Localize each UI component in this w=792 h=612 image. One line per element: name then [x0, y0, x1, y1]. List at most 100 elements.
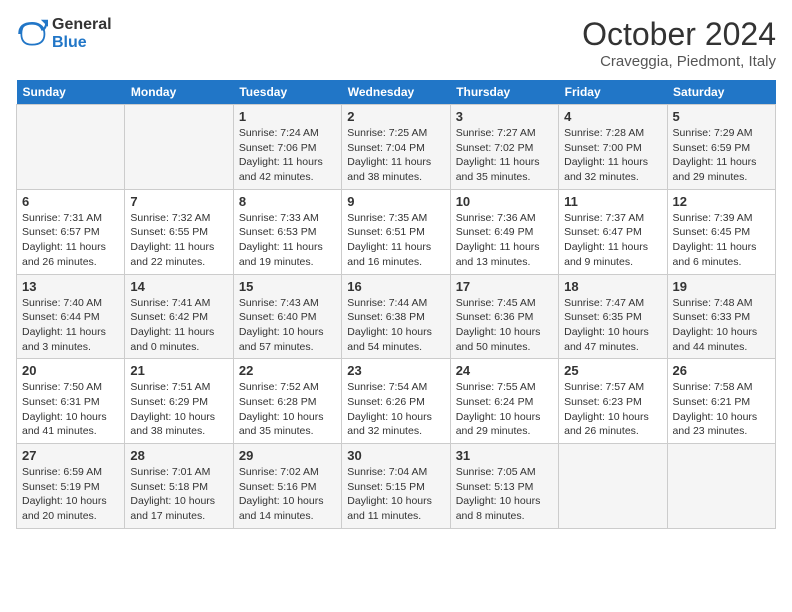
day-info: Sunrise: 7:29 AM Sunset: 6:59 PM Dayligh…	[673, 126, 770, 185]
day-number: 7	[130, 194, 227, 209]
day-info: Sunrise: 7:05 AM Sunset: 5:13 PM Dayligh…	[456, 465, 553, 524]
day-number: 25	[564, 363, 661, 378]
calendar-cell: 24Sunrise: 7:55 AM Sunset: 6:24 PM Dayli…	[450, 359, 558, 444]
day-number: 16	[347, 279, 444, 294]
calendar-cell: 7 Sunrise: 7:32 AM Sunset: 6:55 PM Daylig…	[125, 189, 233, 274]
calendar-cell: 4 Sunrise: 7:28 AM Sunset: 7:00 PM Daylig…	[559, 105, 667, 190]
day-info: Sunrise: 7:52 AM Sunset: 6:28 PM Dayligh…	[239, 380, 336, 439]
day-info: Sunrise: 7:39 AM Sunset: 6:45 PM Dayligh…	[673, 211, 770, 270]
logo: General Blue	[16, 16, 112, 53]
calendar-cell: 8 Sunrise: 7:33 AM Sunset: 6:53 PM Daylig…	[233, 189, 341, 274]
calendar-cell: 13 Sunrise: 7:40 AM Sunset: 6:44 PM Dayli…	[17, 274, 125, 359]
calendar-cell: 26Sunrise: 7:58 AM Sunset: 6:21 PM Dayli…	[667, 359, 775, 444]
page-header: General Blue October 2024 Craveggia, Pie…	[16, 16, 776, 70]
day-number: 31	[456, 448, 553, 463]
logo-blue: Blue	[52, 34, 87, 51]
day-number: 1	[239, 109, 336, 124]
calendar-table: SundayMondayTuesdayWednesdayThursdayFrid…	[16, 80, 776, 529]
calendar-cell: 31 Sunrise: 7:05 AM Sunset: 5:13 PM Dayli…	[450, 444, 558, 529]
day-number: 13	[22, 279, 119, 294]
calendar-cell: 27Sunrise: 6:59 AM Sunset: 5:19 PM Dayli…	[17, 444, 125, 529]
day-info: Sunrise: 7:04 AM Sunset: 5:15 PM Dayligh…	[347, 465, 444, 524]
day-info: Sunrise: 7:24 AM Sunset: 7:06 PM Dayligh…	[239, 126, 336, 185]
day-number: 21	[130, 363, 227, 378]
title-block: October 2024 Craveggia, Piedmont, Italy	[582, 16, 776, 70]
day-info: Sunrise: 7:28 AM Sunset: 7:00 PM Dayligh…	[564, 126, 661, 185]
calendar-cell: 10 Sunrise: 7:36 AM Sunset: 6:49 PM Dayli…	[450, 189, 558, 274]
day-number: 2	[347, 109, 444, 124]
day-number: 19	[673, 279, 770, 294]
calendar-cell: 25 Sunrise: 7:57 AM Sunset: 6:23 PM Dayli…	[559, 359, 667, 444]
day-number: 10	[456, 194, 553, 209]
calendar-cell: 22 Sunrise: 7:52 AM Sunset: 6:28 PM Dayli…	[233, 359, 341, 444]
header-sunday: Sunday	[17, 80, 125, 105]
day-info: Sunrise: 7:35 AM Sunset: 6:51 PM Dayligh…	[347, 211, 444, 270]
day-number: 28	[130, 448, 227, 463]
day-number: 5	[673, 109, 770, 124]
calendar-cell: 19 Sunrise: 7:48 AM Sunset: 6:33 PM Dayli…	[667, 274, 775, 359]
calendar-cell: 29 Sunrise: 7:02 AM Sunset: 5:16 PM Dayli…	[233, 444, 341, 529]
day-info: Sunrise: 7:25 AM Sunset: 7:04 PM Dayligh…	[347, 126, 444, 185]
calendar-cell: 5 Sunrise: 7:29 AM Sunset: 6:59 PM Daylig…	[667, 105, 775, 190]
calendar-cell: 16 Sunrise: 7:44 AM Sunset: 6:38 PM Dayli…	[342, 274, 450, 359]
day-info: Sunrise: 7:01 AM Sunset: 5:18 PM Dayligh…	[130, 465, 227, 524]
calendar-cell: 18Sunrise: 7:47 AM Sunset: 6:35 PM Dayli…	[559, 274, 667, 359]
calendar-cell: 3Sunrise: 7:27 AM Sunset: 7:02 PM Daylig…	[450, 105, 558, 190]
calendar-cell: 6 Sunrise: 7:31 AM Sunset: 6:57 PM Daylig…	[17, 189, 125, 274]
day-info: Sunrise: 7:55 AM Sunset: 6:24 PM Dayligh…	[456, 380, 553, 439]
day-info: Sunrise: 7:54 AM Sunset: 6:26 PM Dayligh…	[347, 380, 444, 439]
month-title: October 2024	[582, 16, 776, 53]
day-number: 6	[22, 194, 119, 209]
calendar-cell: 12 Sunrise: 7:39 AM Sunset: 6:45 PM Dayli…	[667, 189, 775, 274]
day-info: Sunrise: 7:48 AM Sunset: 6:33 PM Dayligh…	[673, 296, 770, 355]
day-info: Sunrise: 7:36 AM Sunset: 6:49 PM Dayligh…	[456, 211, 553, 270]
day-number: 4	[564, 109, 661, 124]
day-info: Sunrise: 7:43 AM Sunset: 6:40 PM Dayligh…	[239, 296, 336, 355]
calendar-cell	[667, 444, 775, 529]
calendar-cell: 20Sunrise: 7:50 AM Sunset: 6:31 PM Dayli…	[17, 359, 125, 444]
day-number: 29	[239, 448, 336, 463]
day-info: Sunrise: 7:32 AM Sunset: 6:55 PM Dayligh…	[130, 211, 227, 270]
day-info: Sunrise: 7:51 AM Sunset: 6:29 PM Dayligh…	[130, 380, 227, 439]
day-info: Sunrise: 7:27 AM Sunset: 7:02 PM Dayligh…	[456, 126, 553, 185]
calendar-body: 1 Sunrise: 7:24 AM Sunset: 7:06 PM Daylig…	[17, 105, 776, 529]
day-info: Sunrise: 6:59 AM Sunset: 5:19 PM Dayligh…	[22, 465, 119, 524]
calendar-cell: 21 Sunrise: 7:51 AM Sunset: 6:29 PM Dayli…	[125, 359, 233, 444]
header-saturday: Saturday	[667, 80, 775, 105]
calendar-cell	[559, 444, 667, 529]
day-info: Sunrise: 7:45 AM Sunset: 6:36 PM Dayligh…	[456, 296, 553, 355]
day-info: Sunrise: 7:50 AM Sunset: 6:31 PM Dayligh…	[22, 380, 119, 439]
location-title: Craveggia, Piedmont, Italy	[582, 53, 776, 70]
calendar-cell: 23 Sunrise: 7:54 AM Sunset: 6:26 PM Dayli…	[342, 359, 450, 444]
calendar-cell: 1 Sunrise: 7:24 AM Sunset: 7:06 PM Daylig…	[233, 105, 341, 190]
day-number: 9	[347, 194, 444, 209]
day-info: Sunrise: 7:02 AM Sunset: 5:16 PM Dayligh…	[239, 465, 336, 524]
day-number: 22	[239, 363, 336, 378]
calendar-cell: 9 Sunrise: 7:35 AM Sunset: 6:51 PM Daylig…	[342, 189, 450, 274]
week-row-4: 20Sunrise: 7:50 AM Sunset: 6:31 PM Dayli…	[17, 359, 776, 444]
day-number: 23	[347, 363, 444, 378]
calendar-cell: 17 Sunrise: 7:45 AM Sunset: 6:36 PM Dayli…	[450, 274, 558, 359]
day-info: Sunrise: 7:44 AM Sunset: 6:38 PM Dayligh…	[347, 296, 444, 355]
day-number: 14	[130, 279, 227, 294]
day-info: Sunrise: 7:40 AM Sunset: 6:44 PM Dayligh…	[22, 296, 119, 355]
logo-general: General	[52, 16, 112, 33]
day-number: 12	[673, 194, 770, 209]
day-info: Sunrise: 7:41 AM Sunset: 6:42 PM Dayligh…	[130, 296, 227, 355]
calendar-cell: 2 Sunrise: 7:25 AM Sunset: 7:04 PM Daylig…	[342, 105, 450, 190]
day-info: Sunrise: 7:57 AM Sunset: 6:23 PM Dayligh…	[564, 380, 661, 439]
day-number: 26	[673, 363, 770, 378]
day-info: Sunrise: 7:31 AM Sunset: 6:57 PM Dayligh…	[22, 211, 119, 270]
calendar-cell: 28 Sunrise: 7:01 AM Sunset: 5:18 PM Dayli…	[125, 444, 233, 529]
calendar-cell: 11Sunrise: 7:37 AM Sunset: 6:47 PM Dayli…	[559, 189, 667, 274]
calendar-cell: 15Sunrise: 7:43 AM Sunset: 6:40 PM Dayli…	[233, 274, 341, 359]
header-thursday: Thursday	[450, 80, 558, 105]
day-number: 17	[456, 279, 553, 294]
day-number: 18	[564, 279, 661, 294]
week-row-2: 6 Sunrise: 7:31 AM Sunset: 6:57 PM Daylig…	[17, 189, 776, 274]
week-row-1: 1 Sunrise: 7:24 AM Sunset: 7:06 PM Daylig…	[17, 105, 776, 190]
day-number: 8	[239, 194, 336, 209]
week-row-3: 13 Sunrise: 7:40 AM Sunset: 6:44 PM Dayli…	[17, 274, 776, 359]
day-info: Sunrise: 7:33 AM Sunset: 6:53 PM Dayligh…	[239, 211, 336, 270]
calendar-cell	[17, 105, 125, 190]
